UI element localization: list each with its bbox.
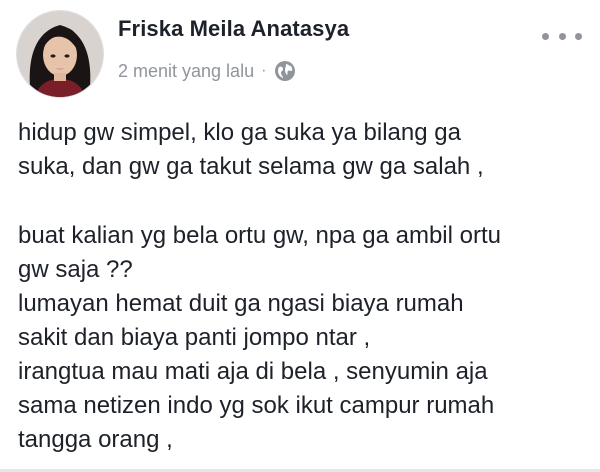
post-text-line: sakit dan biaya panti jompo ntar , [18,324,371,351]
post-text-line: hidup gw simpel, klo ga suka ya bilang g… [18,119,461,146]
post-meta: 2 menit yang lalu · [118,60,296,82]
post-timestamp[interactable]: 2 menit yang lalu [118,61,254,82]
post-text-line: sama netizen indo yg sok ikut campur rum… [18,392,495,419]
post-text-line: gw saja ?? [18,256,133,283]
avatar-photo [17,11,103,97]
post-text-line: suka, dan gw ga takut selama gw ga salah… [18,153,484,180]
post-body: hidup gw simpel, klo ga suka ya bilang g… [18,116,593,457]
more-options-button[interactable] [542,26,582,46]
author-avatar[interactable] [16,10,104,98]
post-text-line: tangga orang , [18,426,173,453]
meta-separator: · [261,62,267,79]
author-name[interactable]: Friska Meila Anatasya [118,16,349,42]
post-text-line: irangtua mau mati aja di bela , senyumin… [18,358,488,385]
more-options-icon [558,32,566,40]
post-text-line: buat kalian yg bela ortu gw, npa ga ambi… [18,222,501,249]
post-text-line: lumayan hemat duit ga ngasi biaya rumah [18,290,464,317]
more-options-icon [575,32,582,40]
facebook-post: Friska Meila Anatasya 2 menit yang lalu … [0,0,600,472]
globe-icon[interactable] [274,60,296,82]
more-options-icon [542,32,549,40]
